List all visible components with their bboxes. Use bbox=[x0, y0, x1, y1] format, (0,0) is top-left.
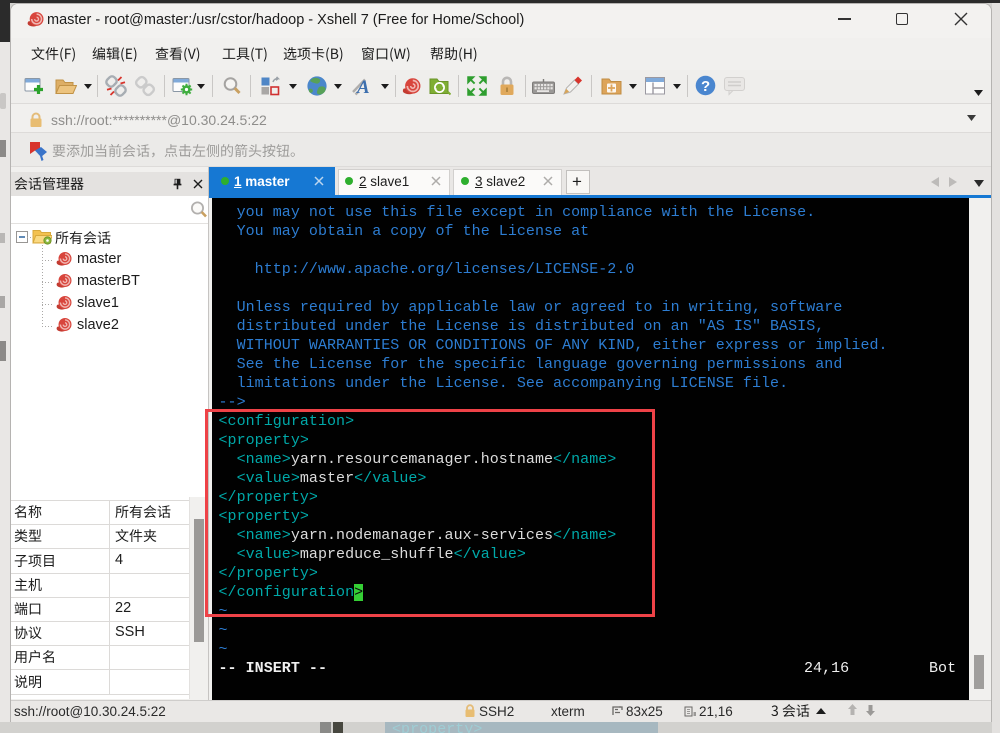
svg-text:A: A bbox=[356, 77, 370, 96]
svg-text:?: ? bbox=[701, 78, 710, 95]
